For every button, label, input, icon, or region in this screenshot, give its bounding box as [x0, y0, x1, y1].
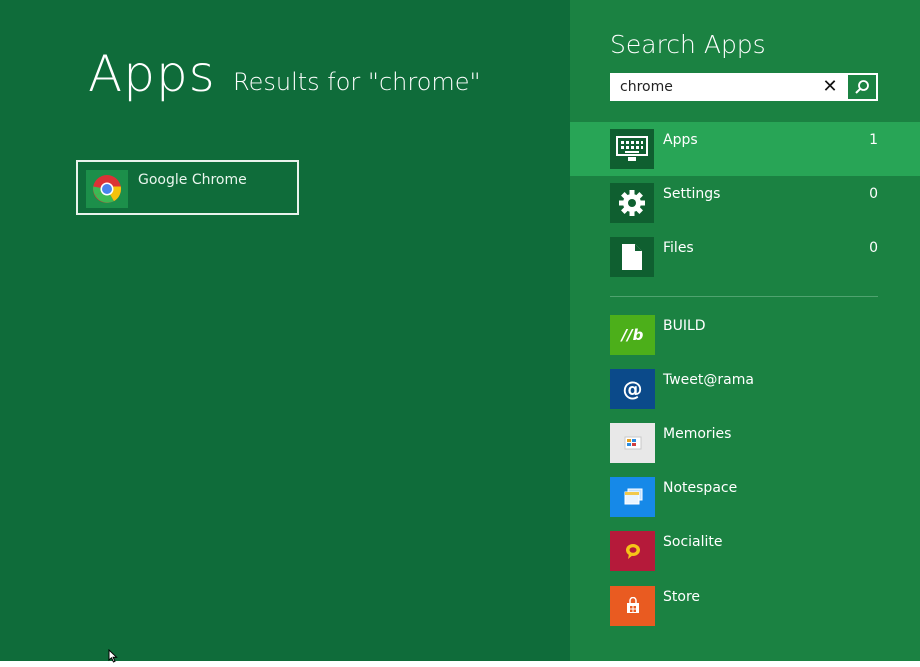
- category-count: 0: [869, 186, 878, 202]
- keyboard-monitor-icon: [610, 129, 654, 169]
- category-apps[interactable]: Apps 1: [570, 122, 920, 176]
- app-label: BUILD: [663, 318, 706, 334]
- search-box: ✕: [610, 73, 878, 101]
- mouse-cursor-icon: [108, 648, 120, 667]
- app-item-build[interactable]: //b BUILD: [610, 315, 910, 355]
- category-count: 1: [869, 132, 878, 148]
- category-label: Settings: [663, 186, 721, 202]
- search-pane: Search Apps ✕: [570, 0, 920, 661]
- build-icon: //b: [610, 315, 655, 355]
- chrome-icon: [86, 170, 128, 208]
- results-subtitle: Results for "chrome": [233, 68, 481, 96]
- page-title: Apps: [88, 45, 216, 103]
- result-tile-google-chrome[interactable]: Google Chrome: [76, 160, 299, 215]
- category-count: 0: [869, 240, 878, 256]
- category-settings[interactable]: Settings 0: [570, 176, 920, 230]
- gear-icon: [610, 183, 654, 223]
- search-button[interactable]: [848, 75, 876, 99]
- app-item-tweetarama[interactable]: @ Tweet@rama: [610, 369, 910, 409]
- app-item-socialite[interactable]: Socialite: [610, 531, 910, 571]
- memories-icon: [610, 423, 655, 463]
- socialite-icon: [610, 531, 655, 571]
- magnifier-icon: [855, 80, 869, 94]
- search-pane-title: Search Apps: [610, 30, 766, 59]
- app-item-memories[interactable]: Memories: [610, 423, 910, 463]
- results-area: Apps Results for "chrome" Google Chrome: [0, 0, 570, 663]
- notespace-icon: [610, 477, 655, 517]
- divider: [610, 296, 878, 297]
- app-item-notespace[interactable]: Notespace: [610, 477, 910, 517]
- app-label: Socialite: [663, 534, 723, 550]
- at-sign-icon: @: [610, 369, 655, 409]
- category-label: Files: [663, 240, 694, 256]
- app-item-store[interactable]: Store: [610, 586, 910, 626]
- app-label: Store: [663, 589, 701, 605]
- app-label: Notespace: [663, 480, 738, 496]
- app-label: Tweet@rama: [663, 372, 754, 388]
- category-label: Apps: [663, 132, 698, 148]
- file-icon: [610, 237, 654, 277]
- app-label: Memories: [663, 426, 732, 442]
- clear-icon[interactable]: ✕: [820, 77, 840, 97]
- search-input[interactable]: [610, 73, 810, 101]
- result-label: Google Chrome: [138, 172, 247, 188]
- shopping-bag-icon: [610, 586, 655, 626]
- category-files[interactable]: Files 0: [570, 230, 920, 284]
